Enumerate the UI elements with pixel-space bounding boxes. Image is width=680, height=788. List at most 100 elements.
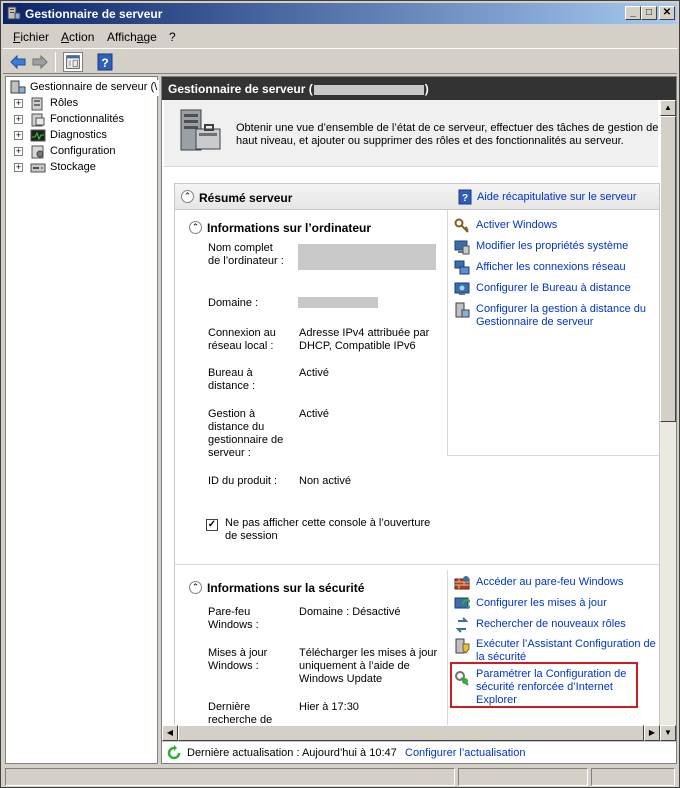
menu-affichage[interactable]: Affichage xyxy=(107,30,157,44)
pane-title: Gestionnaire de serveur () xyxy=(168,82,429,96)
expand-icon[interactable]: + xyxy=(14,115,23,124)
field-label: Domaine : xyxy=(208,297,259,309)
tree-item-storage[interactable]: + Stockage xyxy=(6,160,156,176)
computer-actions-panel: Activer Windows Modifier les propriétés … xyxy=(447,210,659,456)
ie-security-icon xyxy=(455,671,469,686)
field-label: Nom complet de l’ordinateur : xyxy=(208,242,284,267)
scroll-thumb[interactable] xyxy=(660,116,676,422)
maximize-button[interactable]: □ xyxy=(641,6,657,20)
field-label: Pare-feu Windows : xyxy=(208,606,259,631)
refresh-footer: Dernière actualisation : Aujourd’hui à 1… xyxy=(162,741,676,763)
details-pane: Gestionnaire de serveur () Obtenir une v… xyxy=(161,76,677,764)
redacted-domain xyxy=(298,297,378,308)
tree-item-label: Diagnostics xyxy=(50,129,107,141)
svg-text:?: ? xyxy=(462,193,468,204)
security-actions-panel: Accéder au pare-feu Windows Configurer l… xyxy=(447,570,659,741)
minimize-button[interactable]: _ xyxy=(625,6,641,20)
tree-item-roles[interactable]: + Rôles xyxy=(6,96,156,112)
forward-arrow-icon[interactable] xyxy=(30,52,50,72)
tree-item-diagnostics[interactable]: + Diagnostics xyxy=(6,128,156,144)
expand-icon[interactable]: + xyxy=(14,163,23,172)
action-link-ie-esc[interactable]: Paramétrer la Configuration de sécurité … xyxy=(476,668,636,707)
window-title: Gestionnaire de serveur xyxy=(25,7,163,21)
action-link[interactable]: Configurer les mises à jour xyxy=(476,597,656,610)
remote-desktop-icon xyxy=(454,282,470,295)
network-connections-icon xyxy=(454,260,470,275)
action-link[interactable]: Exécuter l’Assistant Configuration de la… xyxy=(476,638,656,664)
vertical-scrollbar[interactable]: ▲ ▼ xyxy=(660,100,676,741)
field-label: Bureau à distance : xyxy=(208,367,256,392)
action-link[interactable]: Configurer le Bureau à distance xyxy=(476,282,656,295)
tree-item-configuration[interactable]: + Configuration xyxy=(6,144,156,160)
configuration-icon xyxy=(31,145,44,159)
field-value: Non activé xyxy=(299,475,351,487)
roles-icon xyxy=(31,97,43,111)
action-link[interactable]: Afficher les connexions réseau xyxy=(476,261,656,274)
toolbar: ? xyxy=(3,48,677,74)
computer-info-title: Informations sur l’ordinateur xyxy=(207,221,372,235)
content-area: Obtenir une vue d’ensemble de l’état de … xyxy=(162,100,660,741)
scroll-left-button[interactable]: ◀ xyxy=(162,725,178,741)
close-button[interactable]: ✕ xyxy=(659,6,675,20)
help-icon[interactable]: ? xyxy=(95,52,115,72)
console-tree: Gestionnaire de serveur (\ + Rôles + Fon… xyxy=(5,76,159,764)
action-link[interactable]: Accéder au pare-feu Windows xyxy=(476,576,656,589)
system-properties-icon xyxy=(454,240,470,255)
windows-update-icon xyxy=(454,597,470,609)
expand-icon[interactable]: + xyxy=(14,147,23,156)
action-link[interactable]: Activer Windows xyxy=(476,219,656,232)
server-manager-icon xyxy=(180,109,221,151)
redacted-computer-name xyxy=(298,244,436,270)
menu-action[interactable]: Action xyxy=(61,30,94,44)
server-manager-icon xyxy=(7,6,21,20)
scroll-thumb-horizontal[interactable] xyxy=(178,725,644,741)
scroll-up-button[interactable]: ▲ xyxy=(660,100,676,116)
server-manager-icon xyxy=(10,80,26,94)
menu-help[interactable]: ? xyxy=(169,30,176,44)
tree-root[interactable]: Gestionnaire de serveur (\ xyxy=(6,80,159,96)
menu-bar: Fichier Action Affichage ? xyxy=(3,26,677,48)
security-info-header: ⌃ Informations sur la sécurité xyxy=(183,577,449,599)
remote-management-icon xyxy=(455,302,470,318)
collapse-icon[interactable]: ⌃ xyxy=(189,581,202,594)
intro-text: Obtenir une vue d’ensemble de l’état de … xyxy=(236,122,659,147)
checkbox-label[interactable]: Ne pas afficher cette console à l’ouvert… xyxy=(225,517,445,543)
checkbox-no-console[interactable]: ✓ xyxy=(206,519,218,531)
computer-info-header: ⌃ Informations sur l’ordinateur xyxy=(183,217,449,239)
collapse-icon[interactable]: ⌃ xyxy=(181,190,194,203)
tree-item-features[interactable]: + Fonctionnalités xyxy=(6,112,156,128)
tree-item-label: Configuration xyxy=(50,145,116,157)
field-value: Adresse IPv4 attribuée par DHCP, Compati… xyxy=(299,327,430,352)
field-value: Hier à 17:30 xyxy=(299,701,359,713)
field-label: Connexion au réseau local : xyxy=(208,327,276,352)
back-arrow-icon[interactable] xyxy=(8,52,28,72)
pane-header: Gestionnaire de serveur () xyxy=(162,77,676,100)
intro-panel: Obtenir une vue d’ensemble de l’état de … xyxy=(164,100,658,167)
app-window: Gestionnaire de serveur _ □ ✕ Fichier Ac… xyxy=(0,0,680,788)
tree-item-label: Fonctionnalités xyxy=(50,113,124,125)
tree-root-label: Gestionnaire de serveur (\ xyxy=(30,81,158,93)
horizontal-scrollbar[interactable]: ◀ ▶ xyxy=(162,725,660,741)
summary-help-link[interactable]: Aide récapitulative sur le serveur xyxy=(477,191,637,203)
action-link[interactable]: Modifier les propriétés système xyxy=(476,240,656,253)
action-link[interactable]: Rechercher de nouveaux rôles xyxy=(476,618,656,631)
summary-header: ⌃ Résumé serveur ? Aide récapitulative s… xyxy=(175,184,659,210)
field-value: Télécharger les mises à jour uniquement … xyxy=(299,647,438,685)
status-bar xyxy=(3,767,677,787)
expand-icon[interactable]: + xyxy=(14,99,23,108)
scroll-right-button[interactable]: ▶ xyxy=(644,725,660,741)
svg-text:?: ? xyxy=(101,56,108,70)
expand-icon[interactable]: + xyxy=(14,131,23,140)
scroll-down-button[interactable]: ▼ xyxy=(660,725,676,741)
collapse-icon[interactable]: ⌃ xyxy=(189,221,202,234)
field-value: Activé xyxy=(299,367,329,379)
title-bar[interactable]: Gestionnaire de serveur _ □ ✕ xyxy=(3,3,677,24)
configure-refresh-link[interactable]: Configurer l’actualisation xyxy=(405,747,525,759)
last-refresh-text: Dernière actualisation : Aujourd’hui à 1… xyxy=(187,747,397,759)
console-tree-icon[interactable] xyxy=(63,52,83,72)
redacted-server-name xyxy=(313,84,424,95)
security-wizard-icon xyxy=(455,638,470,654)
menu-fichier[interactable]: Fichier xyxy=(13,30,49,44)
search-roles-icon xyxy=(455,617,469,633)
action-link[interactable]: Configurer la gestion à distance du Gest… xyxy=(476,303,656,329)
